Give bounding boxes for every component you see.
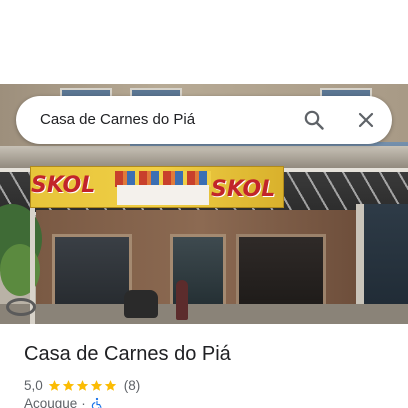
search-icon[interactable] bbox=[302, 108, 326, 132]
top-blank-area bbox=[0, 0, 408, 84]
rating-row[interactable]: 5,0 (8) bbox=[24, 376, 140, 394]
beer-banner: SKOL SKOL bbox=[30, 166, 284, 208]
separator-dot: · bbox=[81, 396, 86, 408]
motorcycle bbox=[124, 290, 158, 318]
close-icon[interactable] bbox=[354, 108, 378, 132]
review-count[interactable]: (8) bbox=[124, 378, 141, 393]
place-info-panel[interactable]: Casa de Carnes do Piá 5,0 (8) Açougue · bbox=[0, 324, 408, 408]
place-name: Casa de Carnes do Piá bbox=[24, 343, 231, 365]
category-row: Açougue · bbox=[24, 396, 104, 408]
banner-logo-right: SKOL bbox=[211, 177, 276, 202]
search-bar[interactable]: Casa de Carnes do Piá bbox=[16, 96, 392, 144]
person bbox=[176, 280, 188, 320]
white-cloth bbox=[117, 185, 209, 205]
bicycle bbox=[6, 298, 36, 316]
wheelchair-icon bbox=[91, 397, 102, 408]
star-icon bbox=[48, 379, 60, 391]
search-query[interactable]: Casa de Carnes do Piá bbox=[40, 111, 195, 128]
sidewalk bbox=[0, 304, 408, 324]
banner-logo-left: SKOL bbox=[31, 173, 96, 198]
place-category: Açougue bbox=[24, 396, 78, 408]
star-icon bbox=[104, 379, 116, 391]
star-icon bbox=[90, 379, 102, 391]
star-icon bbox=[62, 379, 74, 391]
rating-value: 5,0 bbox=[24, 377, 43, 393]
star-rating bbox=[48, 379, 118, 392]
star-icon bbox=[76, 379, 88, 391]
